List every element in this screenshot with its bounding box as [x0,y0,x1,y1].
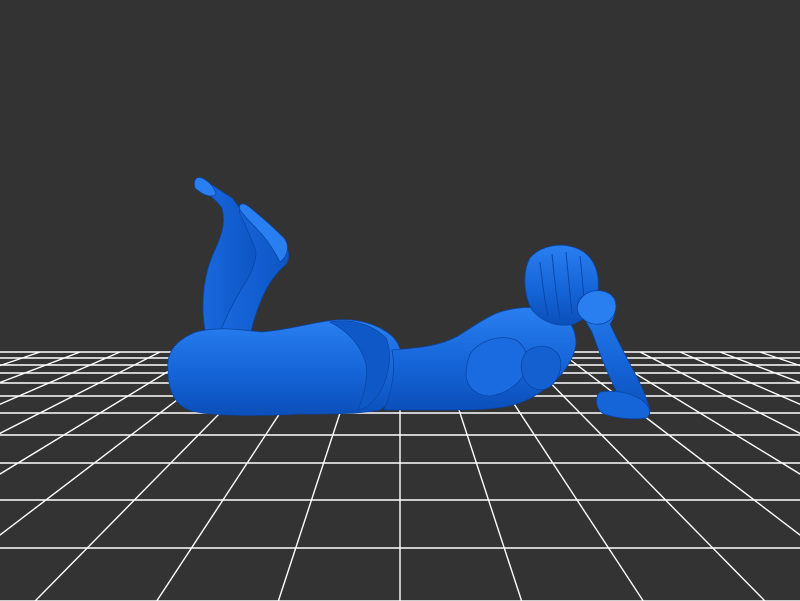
scene-canvas[interactable] [0,0,800,601]
model-right-hand [576,290,617,325]
3d-model-viewport[interactable] [0,0,800,601]
